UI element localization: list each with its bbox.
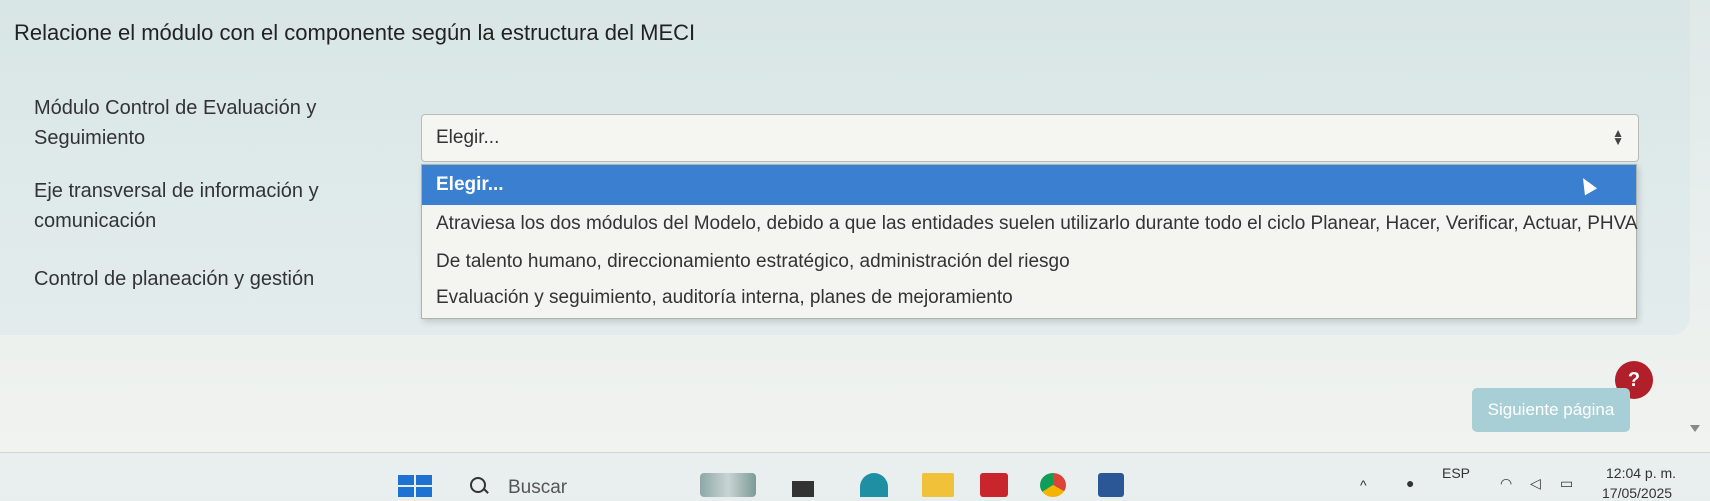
row-label-planeacion: Control de planeación y gestión (34, 268, 315, 290)
clock-time[interactable]: 12:04 p. m. (1606, 465, 1676, 481)
search-icon (470, 477, 486, 493)
next-page-button[interactable]: Siguiente página (1472, 388, 1630, 432)
question-text: Relacione el módulo con el componente se… (14, 20, 696, 45)
taskbar: Buscar ^ ● ESP ◠ ◁ ▭ 12:04 p. m. 17/05/2… (0, 452, 1710, 501)
file-explorer-icon[interactable] (922, 473, 954, 497)
quiz-page: Relacione el módulo con el componente se… (0, 0, 1710, 452)
edge-browser-icon[interactable] (860, 473, 888, 497)
chrome-icon[interactable] (1040, 473, 1066, 497)
wifi-icon[interactable]: ◠ (1500, 475, 1512, 492)
select-arrows-icon: ▲ ▼ (1612, 126, 1624, 148)
clock-date[interactable]: 17/05/2025 (1602, 485, 1672, 501)
word-icon[interactable] (1098, 473, 1124, 497)
option-elegir[interactable]: Elegir... (422, 165, 1636, 205)
chevron-up-icon[interactable]: ^ (1360, 477, 1367, 493)
acrobat-icon[interactable] (980, 473, 1008, 497)
language-indicator[interactable]: ESP (1442, 465, 1470, 481)
microphone-icon[interactable]: ● (1406, 475, 1414, 491)
answer-select[interactable]: Elegir... ▲ ▼ (421, 114, 1639, 162)
battery-icon[interactable]: ▭ (1560, 475, 1573, 492)
select-value: Elegir... (436, 127, 500, 148)
windows-start-icon[interactable] (398, 475, 434, 497)
option-evaluacion[interactable]: Evaluación y seguimiento, auditoría inte… (422, 279, 1636, 317)
question-card: Relacione el módulo con el componente se… (0, 0, 1690, 335)
row-label-informacion: Eje transversal de información y comunic… (34, 180, 319, 232)
row-label-evaluacion: Módulo Control de Evaluación y Seguimien… (34, 97, 317, 149)
option-transversal[interactable]: Atraviesa los dos módulos del Modelo, de… (422, 205, 1638, 243)
taskview-icon[interactable] (792, 481, 814, 497)
option-talento-humano[interactable]: De talento humano, direccionamiento estr… (422, 243, 1636, 281)
select-dropdown: Elegir... Atraviesa los dos módulos del … (421, 164, 1638, 319)
widgets-icon[interactable] (700, 473, 756, 497)
scroll-down-icon[interactable] (1690, 425, 1700, 432)
volume-icon[interactable]: ◁ (1530, 475, 1541, 492)
